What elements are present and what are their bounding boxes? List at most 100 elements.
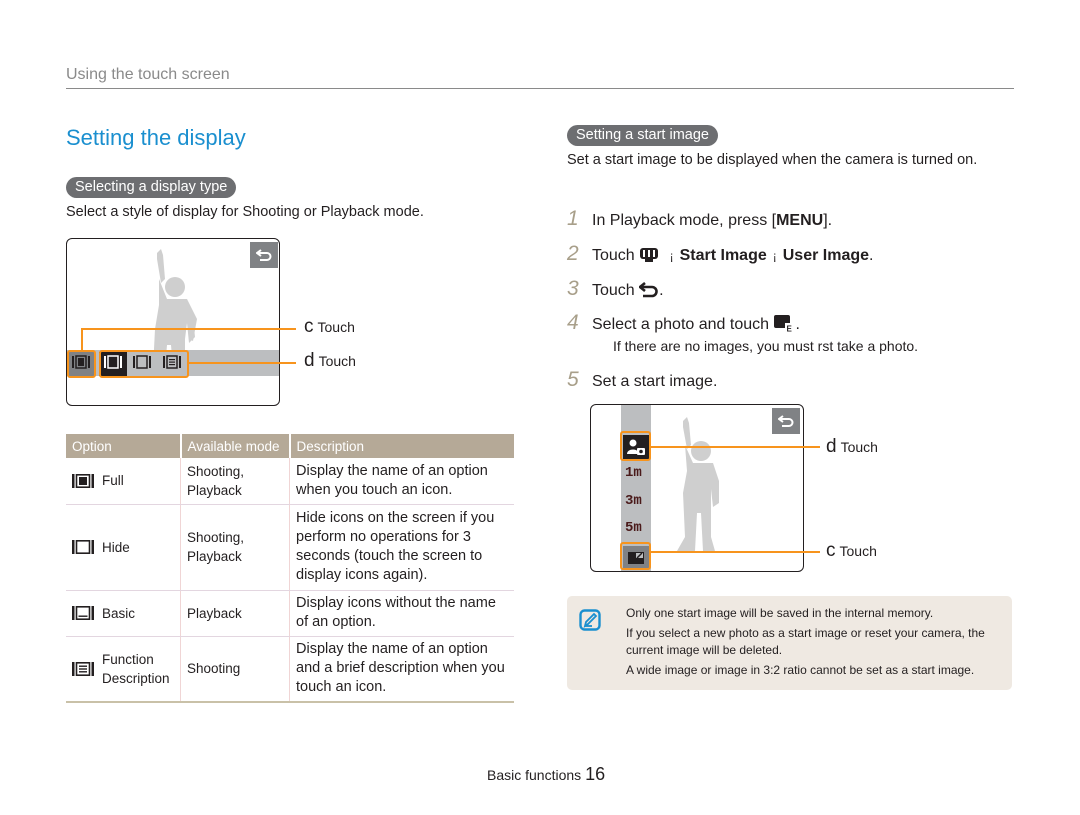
step-number: 5 (567, 368, 579, 391)
option-name: Basic (102, 605, 136, 621)
page-title: Setting the display (66, 125, 246, 150)
menu-item-3m[interactable]: 3m (625, 493, 642, 509)
callout-letter: c (304, 316, 314, 337)
column-header-available-mode: Available mode (179, 434, 290, 458)
note-line: A wide image or image in 3:2 ratio canno… (626, 663, 975, 677)
step-number: 4 (567, 311, 579, 334)
page-number: 16 (585, 764, 606, 784)
display-full-icon (72, 473, 94, 488)
display-type-intro: Select a style of display for Shooting o… (66, 204, 424, 220)
display-function-description-icon (72, 661, 94, 676)
step-text: ]. (823, 212, 833, 229)
column-header-description: Description (288, 434, 514, 458)
callout-letter: c (826, 540, 836, 561)
step-text: Touch (592, 247, 635, 264)
callout-label-d: d Touch (826, 436, 878, 458)
callout-label-c: c Touch (304, 316, 355, 338)
back-arrow-icon (639, 282, 658, 298)
footer-label: Basic functions (487, 767, 582, 783)
table-row: Hide Shooting, Playback Hide icons on th… (66, 504, 514, 591)
step-text: Touch (592, 282, 635, 299)
subsection-pill-start-image: Setting a start image (567, 125, 718, 146)
menu-item-user-image: User Image (782, 247, 870, 264)
svg-text:E: E (787, 325, 793, 333)
page-footer: Basic functions 16 (487, 764, 605, 785)
person-silhouette-icon (153, 249, 197, 369)
camera-screen-display-type (66, 238, 280, 406)
callout-highlight-set-image (620, 542, 651, 570)
table-row: Function Description Shooting Display th… (66, 636, 514, 703)
step-text: . (869, 247, 874, 264)
menu-item-1m[interactable]: 1m (625, 465, 642, 481)
callout-text: Touch (317, 319, 355, 335)
display-options-table: Option Available mode Description Full S… (66, 434, 514, 703)
step-text: . (659, 282, 664, 299)
option-cell: Full (66, 458, 181, 505)
note-line: If you select a new photo as a start ima… (626, 626, 985, 657)
display-hide-icon (72, 540, 94, 554)
step-5: 5 Set a start image. (567, 368, 717, 392)
menu-item-start-image: Start Image (679, 247, 767, 264)
step-number: 2 (567, 242, 579, 265)
step-text: . (795, 316, 800, 333)
table-row: Full Shooting, Playback Display the name… (66, 458, 514, 505)
description-cell: Display the name of an option when you t… (289, 458, 514, 505)
back-arrow-icon (256, 249, 272, 261)
callout-letter: d (826, 436, 837, 457)
arrow-separator: ¡ (772, 249, 777, 263)
callout-highlight-display-options (99, 350, 189, 378)
callout-line (651, 551, 820, 553)
note-pencil-icon (579, 609, 601, 631)
settings-menu-icon (640, 248, 659, 262)
callout-label-d: d Touch (304, 350, 356, 372)
callout-text: Touch (318, 353, 356, 369)
table-row: Basic Playback Display icons without the… (66, 590, 514, 637)
step-1: 1 In Playback mode, press [MENU]. (567, 207, 832, 231)
description-cell: Display icons without the name of an opt… (289, 590, 514, 637)
callout-line (81, 328, 296, 330)
menu-button-label: MENU (776, 212, 824, 229)
arrow-separator: ¡ (669, 249, 674, 263)
step-2: 2 Touch ¡ Start Image ¡ User Image. (567, 242, 873, 266)
description-cell: Hide icons on the screen if you perform … (289, 504, 514, 591)
option-cell: Function Description (66, 636, 181, 703)
step-3: 3 Touch . (567, 277, 664, 301)
person-silhouette-icon (677, 417, 719, 551)
callout-line (189, 362, 296, 364)
callout-letter: d (304, 350, 315, 371)
step-number: 1 (567, 207, 579, 230)
step-text: Set a start image. (592, 373, 718, 390)
back-button[interactable] (250, 242, 278, 268)
callout-line (651, 446, 820, 448)
header-divider (66, 88, 1014, 89)
step-4-note: If there are no images, you must rst tak… (613, 338, 919, 354)
option-cell: Basic (66, 590, 181, 637)
option-name: Full (102, 473, 124, 489)
start-image-intro: Set a start image to be displayed when t… (567, 152, 978, 168)
callout-highlight-user-image (620, 431, 651, 461)
description-cell: Display the name of an option and a brie… (289, 636, 514, 703)
option-name: Hide (102, 539, 130, 555)
callout-text: Touch (839, 543, 877, 559)
callout-highlight-display-button (67, 350, 96, 378)
back-button[interactable] (772, 408, 800, 434)
option-name: Function Description (102, 651, 170, 686)
menu-item-5m[interactable]: 5m (625, 520, 642, 536)
step-text: In Playback mode, press [ (592, 212, 777, 229)
section-header: Using the touch screen (66, 66, 230, 83)
step-text: Select a photo and touch (592, 316, 770, 333)
set-start-image-icon: E (774, 315, 795, 333)
option-cell: Hide (66, 504, 181, 591)
mode-cell: Shooting (180, 636, 290, 703)
back-arrow-icon (778, 415, 794, 427)
subsection-pill-display-type: Selecting a display type (66, 177, 237, 198)
mode-cell: Shooting, Playback (180, 458, 290, 505)
mode-cell: Playback (180, 590, 290, 637)
step-number: 3 (567, 277, 579, 300)
column-header-option: Option (66, 434, 181, 458)
note-box: Only one start image will be saved in th… (567, 596, 1012, 690)
display-basic-icon (72, 606, 94, 620)
callout-text: Touch (840, 439, 878, 455)
callout-line (81, 328, 83, 350)
note-line: Only one start image will be saved in th… (626, 606, 934, 620)
